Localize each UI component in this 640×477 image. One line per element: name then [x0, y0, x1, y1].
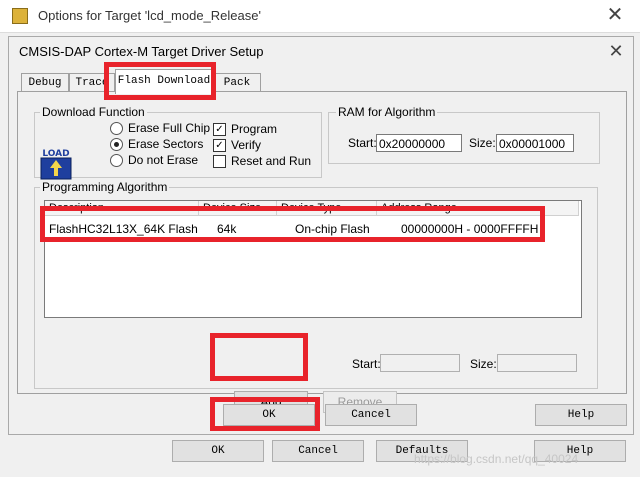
column-header-address-range[interactable]: Address Range — [377, 201, 579, 216]
app-icon — [12, 8, 28, 24]
watermark: https://blog.csdn.net/qq_40024 — [414, 452, 579, 466]
dialog-ok-button[interactable]: OK — [223, 404, 315, 426]
algo-size-input[interactable] — [497, 354, 577, 372]
programming-algorithm-label: Programming Algorithm — [40, 180, 170, 194]
download-function-label: Download Function — [40, 105, 147, 119]
erase-full-chip-radio[interactable] — [110, 122, 123, 135]
cell-description: FlashHC32L13X_64K Flash — [49, 222, 198, 236]
outer-ok-button[interactable]: OK — [172, 440, 264, 462]
dialog-title: CMSIS-DAP Cortex-M Target Driver Setup — [19, 44, 264, 59]
tab-trace[interactable]: Trace — [69, 73, 115, 93]
column-header-device-type[interactable]: Device Type — [277, 201, 377, 216]
verify-label: Verify — [231, 138, 262, 152]
algo-size-label: Size: — [470, 357, 497, 371]
program-label: Program — [231, 122, 278, 136]
erase-sectors-radio[interactable] — [110, 138, 123, 151]
column-header-device-size[interactable]: Device Size — [199, 201, 277, 216]
cell-device-type: On-chip Flash — [295, 222, 370, 236]
do-not-erase-label: Do not Erase — [128, 153, 199, 167]
ram-for-algorithm-label: RAM for Algorithm — [336, 105, 438, 119]
tab-flash-download[interactable]: Flash Download — [115, 69, 213, 94]
dialog-close-icon[interactable]: ✕ — [605, 41, 627, 61]
ram-start-input[interactable]: 0x20000000 — [376, 134, 462, 152]
flash-download-panel: Download Function LOAD Erase Full Chip E… — [17, 91, 627, 413]
algo-start-label: Start: — [352, 357, 381, 371]
dialog-cancel-button[interactable]: Cancel — [325, 404, 417, 426]
cell-device-size: 64k — [217, 222, 237, 236]
column-header-description[interactable]: Description — [45, 201, 199, 216]
table-row[interactable]: FlashHC32L13X_64K Flash 64k On-chip Flas… — [45, 217, 579, 241]
load-icon: LOAD — [40, 149, 72, 180]
ram-size-input[interactable]: 0x00001000 — [496, 134, 574, 152]
ram-start-label: Start: — [348, 136, 377, 150]
algo-start-input[interactable] — [380, 354, 460, 372]
tab-pack[interactable]: Pack — [213, 73, 261, 93]
outer-window-title: Options for Target 'lcd_mode_Release' — [38, 8, 261, 23]
algorithm-table: Description Device Size Device Type Addr… — [44, 200, 582, 318]
erase-full-chip-label: Erase Full Chip — [128, 121, 211, 135]
outer-cancel-button[interactable]: Cancel — [272, 440, 364, 462]
verify-checkbox[interactable]: ✓ — [213, 139, 226, 152]
program-checkbox[interactable]: ✓ — [213, 123, 226, 136]
load-icon-text: LOAD — [42, 149, 69, 159]
dialog-help-button[interactable]: Help — [535, 404, 627, 426]
reset-and-run-label: Reset and Run — [231, 154, 312, 168]
outer-close-icon[interactable]: ✕ — [596, 2, 634, 28]
outer-title-bar: Options for Target 'lcd_mode_Release' ✕ — [0, 0, 640, 33]
tab-debug[interactable]: Debug — [21, 73, 69, 93]
ram-size-label: Size: — [469, 136, 496, 150]
cell-address-range: 00000000H - 0000FFFFH — [401, 222, 539, 236]
do-not-erase-radio[interactable] — [110, 154, 123, 167]
driver-setup-dialog: CMSIS-DAP Cortex-M Target Driver Setup ✕… — [8, 36, 634, 435]
erase-sectors-label: Erase Sectors — [128, 137, 204, 151]
reset-and-run-checkbox[interactable] — [213, 155, 226, 168]
